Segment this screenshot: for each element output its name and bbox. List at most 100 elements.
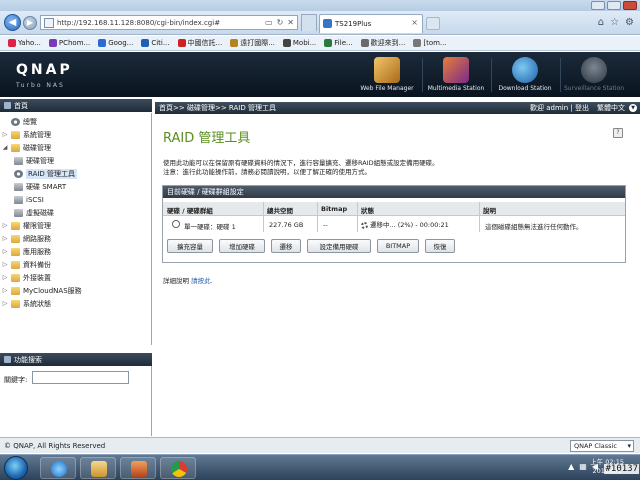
keyword-input[interactable] xyxy=(32,371,129,384)
expand-icon[interactable]: ▷ xyxy=(2,248,8,255)
tray-arrow-icon[interactable]: ▲ xyxy=(568,462,574,471)
bookmark-item[interactable]: PChom... xyxy=(45,39,94,47)
recover-button[interactable]: 恢復 xyxy=(425,239,455,253)
chevron-down-icon[interactable]: ▼ xyxy=(629,104,637,112)
tab-inactive[interactable] xyxy=(301,14,317,31)
language-select[interactable]: 繁體中文 xyxy=(597,103,625,113)
col-status: 狀態 xyxy=(361,207,374,215)
expand-icon[interactable]: ▷ xyxy=(2,261,8,268)
tools-gear-icon[interactable]: ⚙ xyxy=(625,17,634,28)
back-button[interactable]: ◀ xyxy=(4,14,21,31)
address-bar[interactable]: http://192.168.11.128:8080/cgi-bin/index… xyxy=(40,15,298,30)
web-file-manager-button[interactable]: Web File Manager xyxy=(351,56,423,96)
bookmark-item[interactable]: 遠打國際... xyxy=(226,38,279,48)
user-logout-link[interactable]: 歡迎 admin | 登出 xyxy=(530,103,589,113)
refresh-icon[interactable]: ↻ xyxy=(277,18,284,27)
browser-navbar: ◀ ▶ http://192.168.11.128:8080/cgi-bin/i… xyxy=(0,11,640,35)
bookmark-item[interactable]: Yaho... xyxy=(4,39,45,47)
network-icon[interactable]: ▦ xyxy=(579,462,587,471)
expand-icon[interactable]: ▷ xyxy=(2,287,8,294)
maximize-button[interactable] xyxy=(607,1,621,10)
table-header: 硬碟 / 硬碟群組 總共空間 Bitmap 狀態 說明 xyxy=(163,202,625,216)
sidebar-item-disk[interactable]: ◢ 磁碟管理 xyxy=(2,141,51,154)
sidebar-item-raid[interactable]: RAID 管理工具 xyxy=(14,167,78,180)
sidebar-item-network[interactable]: ▷ 網路服務 xyxy=(2,232,51,245)
bookmark-item[interactable]: 中國信託... xyxy=(174,38,227,48)
table-row[interactable]: 單一硬碟：硬碟 1 227.76 GB -- 遷移中... (2%) - 00:… xyxy=(163,217,625,232)
window-controls xyxy=(591,1,637,10)
stop-icon[interactable]: ✕ xyxy=(287,18,294,27)
row-select-radio[interactable] xyxy=(172,220,180,228)
close-window-button[interactable] xyxy=(623,1,637,10)
sidebar-item-apps[interactable]: ▷ 應用服務 xyxy=(2,245,51,258)
expand-capacity-button[interactable]: 擴充容量 xyxy=(167,239,213,253)
bookmark-icon xyxy=(177,39,186,47)
smart-icon xyxy=(14,182,23,191)
sidebar-item-mycloudnas[interactable]: ▷ MyCloudNAS服務 xyxy=(2,284,82,297)
sidebar-item-system[interactable]: ▷ 系統管理 xyxy=(2,128,51,141)
bookmark-item[interactable]: Citi... xyxy=(137,39,173,47)
taskbar-chrome[interactable] xyxy=(160,457,196,479)
screenshot-id-label: #10137 xyxy=(604,464,639,474)
theme-select[interactable]: QNAP Classic xyxy=(570,440,634,452)
sidebar-header: 首頁 xyxy=(0,99,152,112)
bookmark-item[interactable]: File... xyxy=(320,39,356,47)
tab-close-icon[interactable]: × xyxy=(411,18,418,27)
bookmark-icon xyxy=(413,39,422,47)
favorites-star-icon[interactable]: ☆ xyxy=(610,17,619,28)
expand-icon[interactable]: ▷ xyxy=(2,222,8,229)
sidebar-item-status[interactable]: ▷ 系統狀態 xyxy=(2,297,51,310)
sidebar-item-permissions[interactable]: ▷ 權限管理 xyxy=(2,219,51,232)
col-bitmap: Bitmap xyxy=(321,205,348,213)
folder-icon xyxy=(11,130,20,139)
home-icon[interactable]: ⌂ xyxy=(598,17,604,28)
migrate-button[interactable]: 遷移 xyxy=(271,239,301,253)
expand-icon[interactable]: ▷ xyxy=(2,235,8,242)
function-search-panel: 關鍵字: xyxy=(0,366,152,436)
forward-button[interactable]: ▶ xyxy=(23,16,37,30)
cell-capacity: 227.76 GB xyxy=(269,221,304,229)
expand-icon[interactable]: ▷ xyxy=(2,131,8,138)
start-button[interactable] xyxy=(4,456,28,480)
folder-icon xyxy=(11,299,20,308)
bookmark-item[interactable]: Goog... xyxy=(94,39,137,47)
sidebar-item-iscsi[interactable]: iSCSI xyxy=(14,193,44,206)
taskbar-explorer[interactable] xyxy=(80,457,116,479)
bookmark-item[interactable]: 歡迎來到... xyxy=(357,38,410,48)
new-tab-button[interactable] xyxy=(426,17,440,30)
taskbar-ie[interactable] xyxy=(40,457,76,479)
bookmark-item[interactable]: [tom... xyxy=(409,39,450,47)
expand-icon[interactable]: ▷ xyxy=(2,274,8,281)
sidebar-item-external[interactable]: ▷ 外接裝置 xyxy=(2,271,51,284)
sidebar-item-virtual-disk[interactable]: 虛擬磁碟 xyxy=(14,206,54,219)
home-icon xyxy=(4,102,11,109)
multimedia-station-icon xyxy=(443,57,469,83)
minimize-button[interactable] xyxy=(591,1,605,10)
download-station-button[interactable]: Download Station xyxy=(489,56,561,96)
expand-icon[interactable]: ▷ xyxy=(2,300,8,307)
sidebar-item-overview[interactable]: 總覽 xyxy=(2,115,37,128)
raid-tool-icon xyxy=(14,169,23,178)
tab-active[interactable]: TS219Plus × xyxy=(319,14,423,33)
collapse-icon[interactable]: ◢ xyxy=(2,144,8,151)
set-spare-disk-button[interactable]: 設定備用硬碟 xyxy=(307,239,371,253)
more-info: 詳細說明 請按此. xyxy=(163,275,213,285)
surveillance-station-button[interactable]: Surveillance Station xyxy=(558,56,630,96)
more-info-link[interactable]: 請按此. xyxy=(191,277,213,285)
sidebar-item-smart[interactable]: 硬碟 SMART xyxy=(14,180,66,193)
multimedia-station-button[interactable]: Multimedia Station xyxy=(420,56,492,96)
bookmark-item[interactable]: Mobi... xyxy=(279,39,320,47)
compat-view-icon[interactable]: ▭ xyxy=(265,18,273,27)
windows-taskbar: ▲ ▦ ◀ 上午 02:15 2010/8/1 xyxy=(0,454,640,480)
iscsi-icon xyxy=(14,195,23,204)
bookmark-icon xyxy=(48,39,57,47)
bitmap-button[interactable]: BITMAP xyxy=(377,239,419,253)
overview-icon xyxy=(11,117,20,126)
bookmark-icon xyxy=(360,39,369,47)
media-player-icon xyxy=(131,461,147,477)
taskbar-media-player[interactable] xyxy=(120,457,156,479)
sidebar-item-hdd[interactable]: 硬碟管理 xyxy=(14,154,54,167)
add-disk-button[interactable]: 增加硬碟 xyxy=(219,239,265,253)
help-icon[interactable]: ? xyxy=(613,128,623,138)
sidebar-item-backup[interactable]: ▷ 資料備份 xyxy=(2,258,51,271)
